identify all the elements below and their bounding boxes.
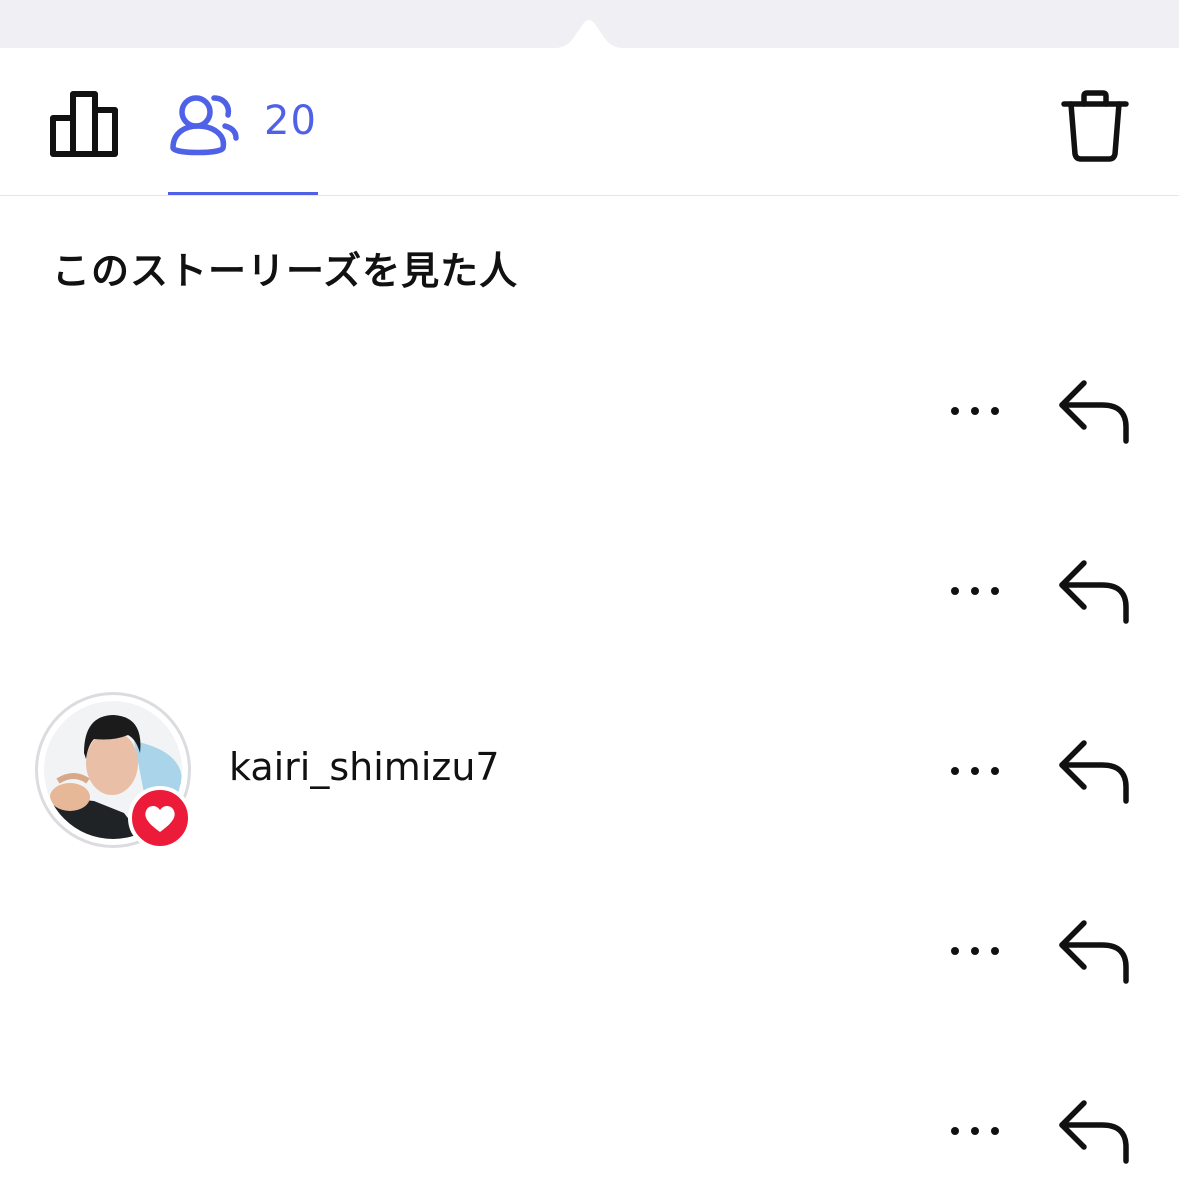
viewer-row[interactable] (0, 875, 1179, 1025)
viewer-row[interactable] (0, 1055, 1179, 1179)
trash-icon (1061, 90, 1129, 162)
story-viewers-sheet: 20 このストーリーズを見た人 kairi_shimizu7 (0, 0, 1179, 1179)
tab-viewers[interactable]: 20 (168, 88, 318, 194)
ellipsis-icon (951, 947, 999, 955)
viewer-username[interactable]: kairi_shimizu7 (229, 745, 500, 789)
more-options-button[interactable] (945, 941, 1005, 961)
like-badge (128, 786, 192, 850)
bar-chart-icon (50, 91, 118, 157)
viewer-row[interactable] (0, 515, 1179, 665)
more-options-button[interactable] (945, 401, 1005, 421)
delete-story-button[interactable] (1060, 90, 1130, 162)
ellipsis-icon (951, 407, 999, 415)
reply-arrow-icon (1059, 920, 1129, 984)
more-options-button[interactable] (945, 761, 1005, 781)
more-options-button[interactable] (945, 1121, 1005, 1141)
reply-arrow-icon (1059, 1100, 1129, 1164)
section-title: このストーリーズを見た人 (52, 249, 519, 293)
active-tab-indicator (168, 192, 318, 195)
reply-button[interactable] (1058, 739, 1132, 805)
ellipsis-icon (951, 767, 999, 775)
people-icon (170, 95, 239, 156)
viewer-row[interactable] (0, 335, 1179, 485)
tab-bar: 20 (0, 48, 1179, 196)
reply-button[interactable] (1058, 379, 1132, 445)
reply-button[interactable] (1058, 919, 1132, 985)
ellipsis-icon (951, 1127, 999, 1135)
tab-insights[interactable] (50, 90, 118, 158)
ellipsis-icon (951, 587, 999, 595)
reply-arrow-icon (1059, 560, 1129, 624)
reply-button[interactable] (1058, 1099, 1132, 1165)
reply-arrow-icon (1059, 740, 1129, 804)
heart-icon (128, 786, 192, 850)
more-options-button[interactable] (945, 581, 1005, 601)
reply-arrow-icon (1059, 380, 1129, 444)
viewers-count: 20 (264, 98, 317, 144)
reply-button[interactable] (1058, 559, 1132, 625)
